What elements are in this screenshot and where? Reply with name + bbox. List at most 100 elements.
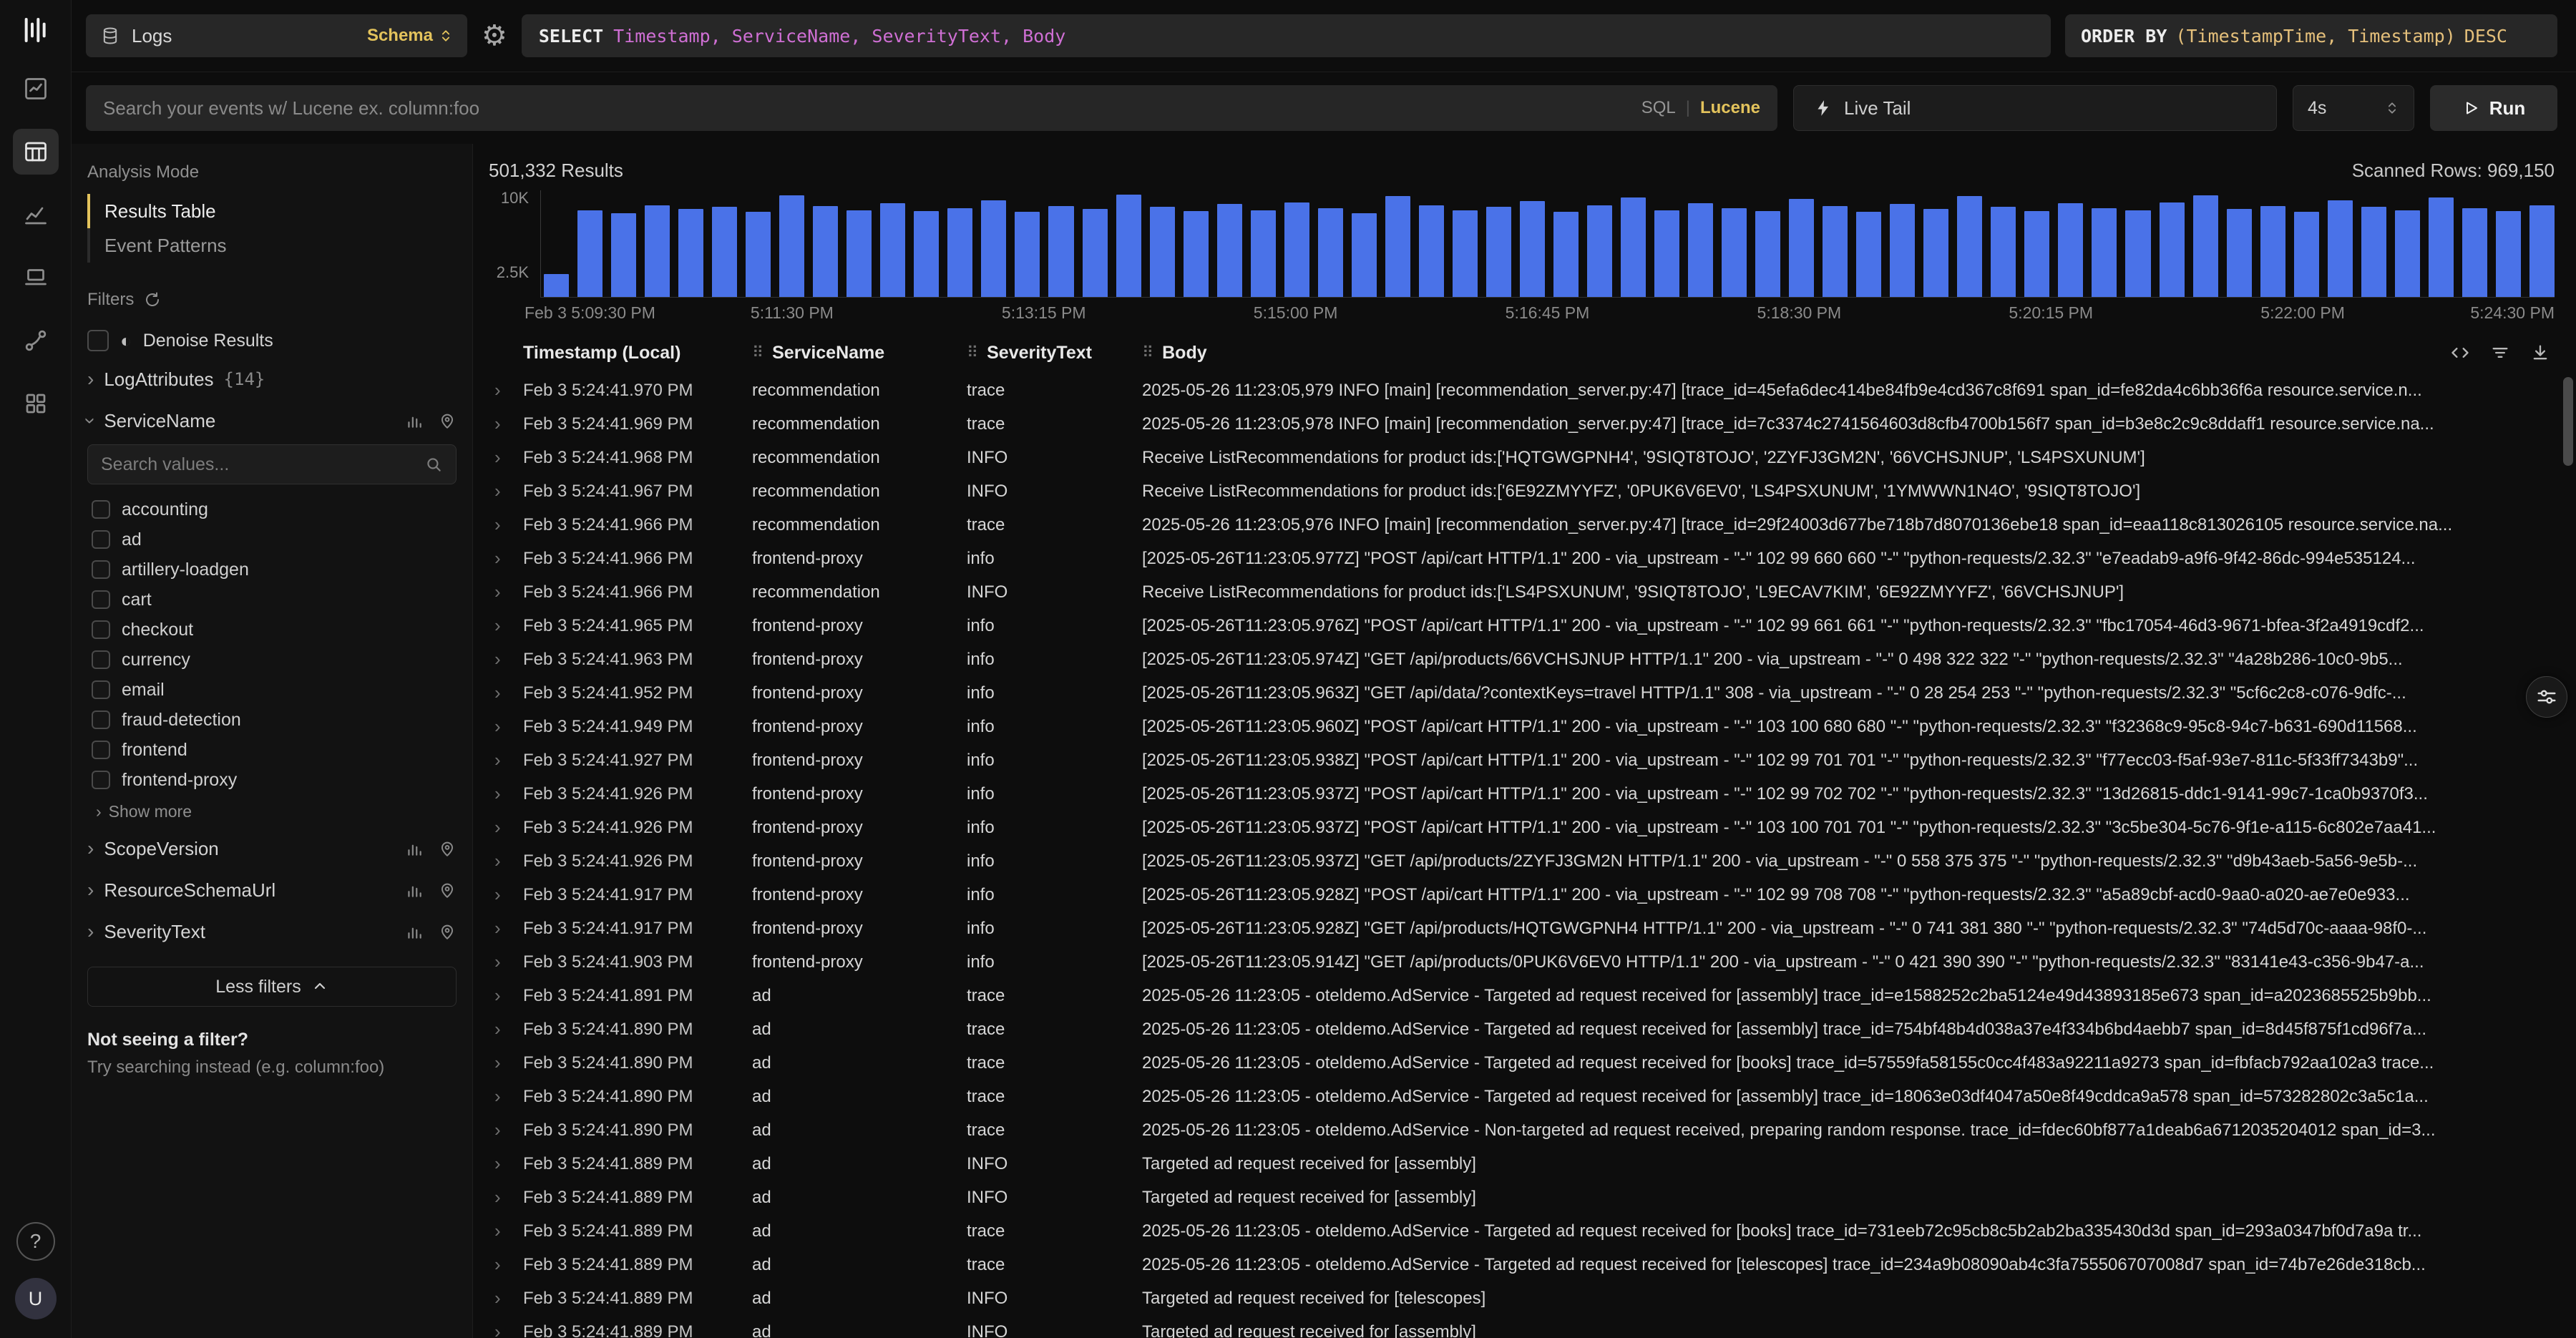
row-expand-chevron-icon[interactable]: › — [486, 379, 523, 401]
filter-group-logattributes[interactable]: › LogAttributes {14} — [87, 358, 457, 400]
row-expand-chevron-icon[interactable]: › — [486, 1018, 523, 1040]
row-expand-chevron-icon[interactable]: › — [486, 816, 523, 839]
header-timestamp[interactable]: Timestamp (Local) — [523, 343, 752, 363]
histogram-bar[interactable] — [1184, 211, 1209, 297]
source-selector[interactable]: Logs Schema — [86, 14, 467, 57]
table-row[interactable]: › Feb 3 5:24:41.926 PM frontend-proxy in… — [486, 844, 2576, 878]
table-row[interactable]: › Feb 3 5:24:41.890 PM ad trace 2025-05-… — [486, 1046, 2576, 1080]
language-lucene-option[interactable]: Lucene — [1700, 98, 1760, 118]
histogram-bar[interactable] — [1991, 207, 2016, 297]
bar-chart-icon[interactable] — [405, 411, 424, 430]
sessions-icon[interactable] — [13, 255, 59, 301]
checkbox[interactable] — [92, 680, 110, 699]
filter-value-item[interactable]: email — [87, 675, 457, 705]
pin-icon[interactable] — [438, 839, 457, 858]
table-row[interactable]: › Feb 3 5:24:41.889 PM ad INFO Targeted … — [486, 1315, 2576, 1338]
histogram-bar[interactable] — [1217, 204, 1242, 297]
row-expand-chevron-icon[interactable]: › — [486, 547, 523, 570]
histogram-bar[interactable] — [1890, 204, 1915, 297]
row-expand-chevron-icon[interactable]: › — [486, 749, 523, 771]
table-row[interactable]: › Feb 3 5:24:41.890 PM ad trace 2025-05-… — [486, 1012, 2576, 1046]
user-avatar[interactable]: U — [15, 1278, 57, 1319]
run-button[interactable]: Run — [2430, 85, 2557, 131]
download-icon[interactable] — [2530, 343, 2550, 363]
histogram-bar[interactable] — [1083, 209, 1108, 297]
table-row[interactable]: › Feb 3 5:24:41.949 PM frontend-proxy in… — [486, 710, 2576, 743]
bar-chart-icon[interactable] — [405, 922, 424, 941]
row-expand-chevron-icon[interactable]: › — [486, 850, 523, 872]
row-expand-chevron-icon[interactable]: › — [486, 884, 523, 906]
row-expand-chevron-icon[interactable]: › — [486, 615, 523, 637]
table-row[interactable]: › Feb 3 5:24:41.889 PM ad INFO Targeted … — [486, 1281, 2576, 1315]
row-expand-chevron-icon[interactable]: › — [486, 985, 523, 1007]
filter-value-item[interactable]: frontend-proxy — [87, 765, 457, 795]
row-expand-chevron-icon[interactable]: › — [486, 1119, 523, 1141]
histogram-bar[interactable] — [1318, 208, 1343, 297]
histogram-bar[interactable] — [1688, 203, 1713, 297]
filter-value-item[interactable]: accounting — [87, 494, 457, 524]
histogram-bar[interactable] — [2260, 206, 2285, 297]
histogram-bar[interactable] — [1823, 206, 1848, 297]
histogram-bar[interactable] — [1654, 210, 1679, 297]
gear-icon[interactable]: ⚙ — [482, 21, 507, 50]
row-expand-chevron-icon[interactable]: › — [486, 581, 523, 603]
table-row[interactable]: › Feb 3 5:24:41.969 PM recommendation tr… — [486, 407, 2576, 441]
table-row[interactable]: › Feb 3 5:24:41.891 PM ad trace 2025-05-… — [486, 979, 2576, 1012]
row-expand-chevron-icon[interactable]: › — [486, 446, 523, 469]
scrollbar-thumb[interactable] — [2563, 377, 2573, 466]
histogram-bar[interactable] — [947, 208, 972, 297]
bar-chart-icon[interactable] — [405, 881, 424, 899]
histogram-bar[interactable] — [611, 213, 636, 297]
filter-value-item[interactable]: fraud-detection — [87, 705, 457, 735]
table-row[interactable]: › Feb 3 5:24:41.968 PM recommendation IN… — [486, 441, 2576, 474]
histogram-bar[interactable] — [2395, 210, 2420, 297]
row-expand-chevron-icon[interactable]: › — [486, 648, 523, 670]
row-expand-chevron-icon[interactable]: › — [486, 716, 523, 738]
query-language-toggle[interactable]: SQL | Lucene — [1641, 98, 1760, 118]
table-row[interactable]: › Feb 3 5:24:41.963 PM frontend-proxy in… — [486, 643, 2576, 676]
less-filters-button[interactable]: Less filters — [87, 967, 457, 1007]
language-sql-option[interactable]: SQL — [1641, 98, 1676, 118]
pin-icon[interactable] — [438, 881, 457, 899]
row-expand-chevron-icon[interactable]: › — [486, 1052, 523, 1074]
table-row[interactable]: › Feb 3 5:24:41.903 PM frontend-proxy in… — [486, 945, 2576, 979]
histogram-bar[interactable] — [2058, 203, 2083, 297]
table-row[interactable]: › Feb 3 5:24:41.952 PM frontend-proxy in… — [486, 676, 2576, 710]
header-severitytext[interactable]: ⠿ SeverityText — [967, 343, 1142, 363]
histogram-bar[interactable] — [1116, 195, 1141, 297]
drag-handle-icon[interactable]: ⠿ — [752, 343, 763, 362]
filter-group-resourceschemaurl[interactable]: › ResourceSchemaUrl — [87, 869, 457, 911]
row-expand-chevron-icon[interactable]: › — [486, 1287, 523, 1309]
histogram-bar[interactable] — [1048, 206, 1073, 297]
display-options-button[interactable] — [2526, 676, 2567, 718]
sql-select-editor[interactable]: SELECT Timestamp, ServiceName, SeverityT… — [522, 14, 2051, 57]
denoise-results-checkbox[interactable]: ◐ Denoise Results — [87, 323, 457, 358]
live-tail-button[interactable]: Live Tail — [1793, 85, 2277, 131]
row-expand-chevron-icon[interactable]: › — [486, 1321, 523, 1338]
histogram-bar[interactable] — [1385, 196, 1410, 297]
row-expand-chevron-icon[interactable]: › — [486, 1153, 523, 1175]
histogram-bar[interactable] — [1352, 213, 1377, 297]
histogram-bar[interactable] — [2529, 205, 2555, 297]
filter-group-severitytext[interactable]: › SeverityText — [87, 911, 457, 952]
histogram-bar[interactable] — [1453, 210, 1478, 297]
histogram-bar[interactable] — [2429, 197, 2454, 297]
histogram-bar[interactable] — [779, 195, 804, 297]
header-body[interactable]: ⠿ Body — [1142, 343, 2436, 363]
checkbox[interactable] — [92, 590, 110, 609]
table-row[interactable]: › Feb 3 5:24:41.966 PM frontend-proxy in… — [486, 542, 2576, 575]
table-row[interactable]: › Feb 3 5:24:41.966 PM recommendation IN… — [486, 575, 2576, 609]
row-expand-chevron-icon[interactable]: › — [486, 413, 523, 435]
histogram-bar[interactable] — [746, 212, 771, 297]
checkbox[interactable] — [92, 500, 110, 519]
row-expand-chevron-icon[interactable]: › — [486, 1186, 523, 1208]
histogram-bar[interactable] — [2496, 211, 2521, 297]
histogram-bar[interactable] — [1284, 202, 1309, 297]
filter-value-item[interactable]: ad — [87, 524, 457, 555]
histogram-bar[interactable] — [2125, 210, 2150, 297]
histogram-bar[interactable] — [1789, 199, 1814, 297]
checkbox[interactable] — [92, 560, 110, 579]
table-row[interactable]: › Feb 3 5:24:41.967 PM recommendation IN… — [486, 474, 2576, 508]
row-expand-chevron-icon[interactable]: › — [486, 951, 523, 973]
checkbox[interactable] — [92, 741, 110, 759]
